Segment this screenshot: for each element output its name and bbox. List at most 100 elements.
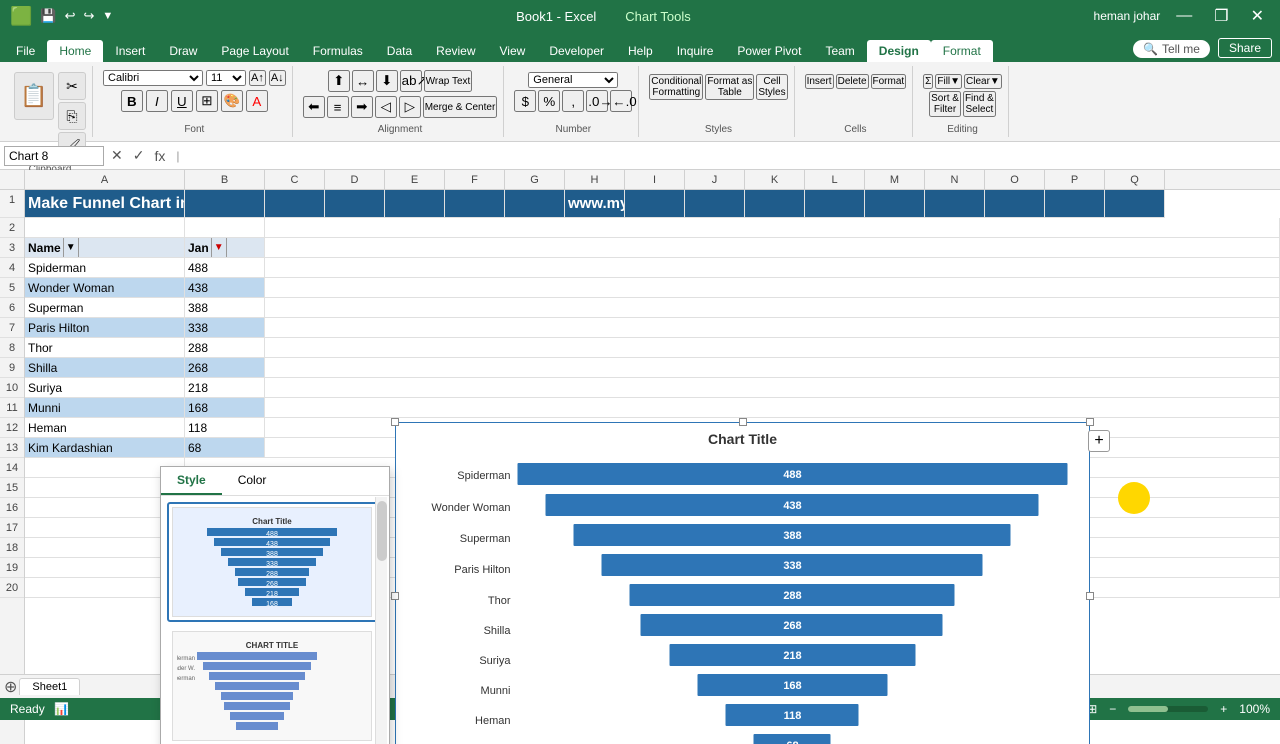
format-as-table-button[interactable]: Format asTable (705, 74, 754, 100)
header-d1[interactable] (325, 190, 385, 218)
quick-access-save[interactable]: 💾 (40, 8, 56, 24)
tell-me-box[interactable]: 🔍 Tell me (1133, 40, 1210, 58)
header-j1[interactable] (685, 190, 745, 218)
zoom-out-button[interactable]: − (1109, 702, 1116, 716)
row-num-19[interactable]: 19 (0, 558, 24, 578)
orientation-button[interactable]: ab↗ (400, 70, 422, 92)
tab-inquire[interactable]: Inquire (665, 40, 726, 62)
cell-rest3[interactable] (265, 238, 1280, 258)
val-cell-heman[interactable]: 118 (185, 418, 265, 438)
font-decrease-button[interactable]: A↓ (269, 70, 286, 86)
quick-access-redo[interactable]: ↪ (84, 8, 95, 24)
align-left-button[interactable]: ⬅ (303, 96, 325, 118)
header-n1[interactable] (925, 190, 985, 218)
row-num-7[interactable]: 7 (0, 318, 24, 338)
tab-power-pivot[interactable]: Power Pivot (725, 40, 813, 62)
col-header-o[interactable]: O (985, 170, 1045, 189)
col-header-a[interactable]: A (25, 170, 185, 189)
italic-button[interactable]: I (146, 90, 168, 112)
header-c1[interactable] (265, 190, 325, 218)
resize-handle-ml[interactable] (391, 592, 399, 600)
tab-draw[interactable]: Draw (157, 40, 209, 62)
cell-rest10[interactable] (265, 378, 1280, 398)
tab-view[interactable]: View (488, 40, 538, 62)
cell-rest7[interactable] (265, 318, 1280, 338)
col-header-l[interactable]: L (805, 170, 865, 189)
delete-cells-button[interactable]: Delete (836, 74, 869, 89)
name-cell-thor[interactable]: Thor (25, 338, 185, 358)
resize-handle-mr[interactable] (1086, 592, 1094, 600)
cell-b3[interactable]: Jan ▼ (185, 238, 265, 258)
col-header-n[interactable]: N (925, 170, 985, 189)
tab-team[interactable]: Team (813, 40, 866, 62)
header-i1[interactable] (625, 190, 685, 218)
val-cell-munni[interactable]: 168 (185, 398, 265, 418)
decimal-dec-button[interactable]: ←.0 (610, 90, 632, 112)
sort-filter-button[interactable]: Sort &Filter (929, 91, 961, 117)
name-filter-icon[interactable]: ▼ (63, 238, 79, 258)
header-p1[interactable] (1045, 190, 1105, 218)
name-cell-parishilton[interactable]: Paris Hilton (25, 318, 185, 338)
chart-container[interactable]: + Chart Title Spiderman Wonder Woman Sup… (395, 422, 1090, 744)
name-cell-superman[interactable]: Superman (25, 298, 185, 318)
row-num-8[interactable]: 8 (0, 338, 24, 358)
fx-button[interactable]: fx (151, 148, 168, 164)
header-o1[interactable] (985, 190, 1045, 218)
header-f1[interactable] (445, 190, 505, 218)
percent-button[interactable]: % (538, 90, 560, 112)
name-cell-spiderman[interactable]: Spiderman (25, 258, 185, 278)
header-k1[interactable] (745, 190, 805, 218)
close-button[interactable]: ✕ (1245, 6, 1270, 26)
row-num-3[interactable]: 3 (0, 238, 24, 258)
wrap-text-button[interactable]: Wrap Text (424, 70, 473, 92)
cell-rest8[interactable] (265, 338, 1280, 358)
jan-filter-icon[interactable]: ▼ (211, 238, 227, 258)
zoom-slider[interactable] (1128, 706, 1208, 712)
header-e1[interactable] (385, 190, 445, 218)
cell-rest2[interactable] (265, 218, 1280, 238)
insert-cells-button[interactable]: Insert (805, 74, 834, 89)
chart-style-panel[interactable]: Style Color Chart Title 488 438 388 33 (160, 466, 390, 744)
new-sheet-button[interactable]: ⊕ (4, 677, 17, 697)
col-header-p[interactable]: P (1045, 170, 1105, 189)
row-num-4[interactable]: 4 (0, 258, 24, 278)
val-cell-superman[interactable]: 388 (185, 298, 265, 318)
autosum-button[interactable]: Σ (923, 74, 933, 89)
cell-rest4[interactable] (265, 258, 1280, 278)
col-header-k[interactable]: K (745, 170, 805, 189)
col-header-h[interactable]: H (565, 170, 625, 189)
tab-formulas[interactable]: Formulas (301, 40, 375, 62)
copy-button[interactable]: ⎘ (58, 102, 86, 130)
row-num-1[interactable]: 1 (0, 190, 24, 218)
row-num-15[interactable]: 15 (0, 478, 24, 498)
col-header-d[interactable]: D (325, 170, 385, 189)
tab-data[interactable]: Data (375, 40, 424, 62)
val-cell-suriya[interactable]: 218 (185, 378, 265, 398)
col-header-b[interactable]: B (185, 170, 265, 189)
tab-page-layout[interactable]: Page Layout (209, 40, 300, 62)
row-num-5[interactable]: 5 (0, 278, 24, 298)
col-header-e[interactable]: E (385, 170, 445, 189)
name-cell-wonderwoman[interactable]: Wonder Woman (25, 278, 185, 298)
tab-developer[interactable]: Developer (537, 40, 616, 62)
style-tab-color[interactable]: Color (222, 467, 283, 495)
tab-design[interactable]: Design (867, 40, 931, 62)
border-button[interactable]: ⊞ (196, 90, 218, 112)
indent-dec-button[interactable]: ◁ (375, 96, 397, 118)
header-q1[interactable] (1105, 190, 1165, 218)
header-m1[interactable] (865, 190, 925, 218)
align-bottom-button[interactable]: ⬇ (376, 70, 398, 92)
paste-button[interactable]: 📋 (14, 72, 54, 120)
chart-add-element-button[interactable]: + (1088, 430, 1110, 452)
resize-handle-tl[interactable] (391, 418, 399, 426)
name-cell-kimk[interactable]: Kim Kardashian (25, 438, 185, 458)
header-b1[interactable] (185, 190, 265, 218)
align-right-button[interactable]: ➡ (351, 96, 373, 118)
header-l1[interactable] (805, 190, 865, 218)
sheet-tab-sheet1[interactable]: Sheet1 (19, 678, 80, 695)
col-header-m[interactable]: M (865, 170, 925, 189)
number-format-select[interactable]: General (528, 72, 618, 88)
comma-button[interactable]: , (562, 90, 584, 112)
row-num-2[interactable]: 2 (0, 218, 24, 238)
name-cell-munni[interactable]: Munni (25, 398, 185, 418)
